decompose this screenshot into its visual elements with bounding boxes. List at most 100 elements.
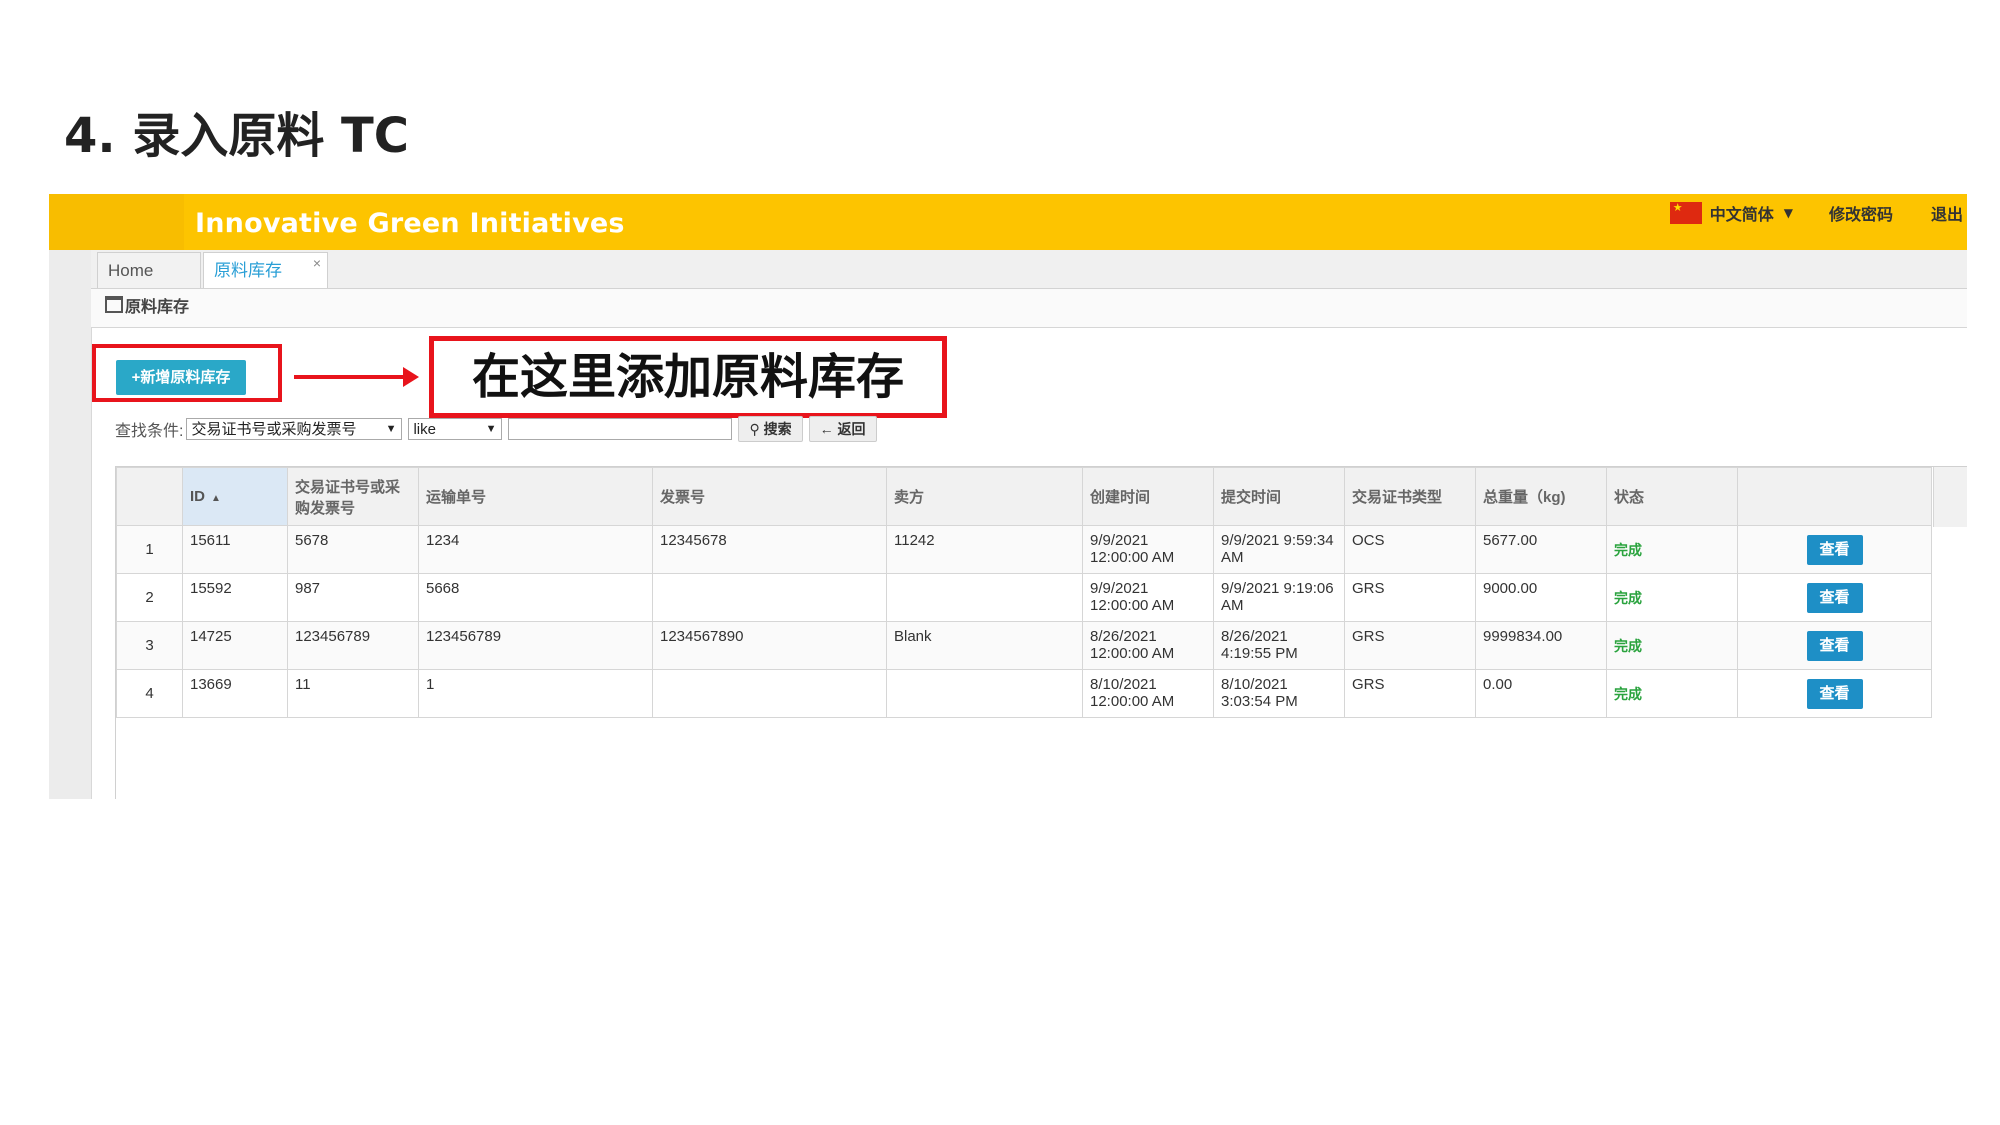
search-operator-select[interactable]: like ▼ [408,418,503,440]
cell-tc-number: 987 [287,573,419,622]
cell-shipping-number: 5668 [418,573,653,622]
header-row-number [116,467,183,526]
header-seller[interactable]: 卖方 [886,467,1083,526]
tab-label: 原料库存 [214,261,282,280]
header-id[interactable]: ID ▲ [182,467,288,526]
cell-invoice-number: 1234567890 [652,621,887,670]
tab-home[interactable]: Home [97,252,201,288]
add-inventory-button[interactable]: +新增原料库存 [116,360,246,395]
cell-seller: 11242 [886,525,1083,574]
cell-total-weight: 9999834.00 [1475,621,1607,670]
language-selector[interactable]: 中文简体 ▼ [1669,201,1793,225]
back-button-label: 返回 [837,421,866,437]
cell-shipping-number: 1 [418,669,653,718]
logo-area [49,194,184,250]
cell-seller: Blank [886,621,1083,670]
cell-shipping-number: 123456789 [418,621,653,670]
cell-submitted-time: 8/26/2021 4:19:55 PM [1213,621,1345,670]
cell-action: 查看 [1737,669,1932,718]
panel-header: 原料库存 [91,289,1967,328]
cell-created-time: 8/26/2021 12:00:00 AM [1082,621,1214,670]
header-action [1737,467,1932,526]
table-row[interactable]: 3 14725 123456789 123456789 1234567890 B… [116,621,1932,670]
chevron-down-icon: ▼ [1783,206,1793,220]
header-tc-type[interactable]: 交易证书类型 [1344,467,1476,526]
top-menu: 中文简体 ▼ 修改密码 退出 [1669,200,1967,226]
annotation-arrow-head [403,367,419,387]
table-row[interactable]: 4 13669 11 1 8/10/2021 12:00:00 AM 8/10/… [116,669,1932,718]
cell-tc-type: GRS [1344,573,1476,622]
cell-id: 14725 [182,621,288,670]
view-button[interactable]: 查看 [1806,630,1863,661]
annotation-callout: 在这里添加原料库存 [429,336,947,418]
language-label: 中文简体 [1709,205,1774,224]
search-field-select[interactable]: 交易证书号或采购发票号 ▼ [186,418,403,440]
window-icon [105,296,123,313]
back-button[interactable]: ← 返回 [808,416,877,442]
status-badge: 完成 [1606,525,1738,574]
status-badge: 完成 [1606,573,1738,622]
app-window: Innovative Green Initiatives 中文简体 ▼ 修改密码… [49,194,1967,799]
cell-invoice-number [652,669,887,718]
tab-raw-material-inventory[interactable]: 原料库存 × [203,252,328,288]
header-created-time[interactable]: 创建时间 [1082,467,1214,526]
left-sidebar [49,250,92,799]
cell-seller [886,573,1083,622]
cell-submitted-time: 9/9/2021 9:59:34 AM [1213,525,1345,574]
dropdown-arrow-icon: ▼ [485,423,497,435]
cell-id: 15592 [182,573,288,622]
header-invoice-number[interactable]: 发票号 [652,467,887,526]
dropdown-arrow-icon: ▼ [385,423,397,435]
cell-submitted-time: 9/9/2021 9:19:06 AM [1213,573,1345,622]
change-password-link[interactable]: 修改密码 [1829,201,1893,225]
cell-tc-number: 123456789 [287,621,419,670]
cell-action: 查看 [1737,621,1932,670]
search-operator-value: like [413,421,436,438]
row-number: 3 [116,621,183,670]
grid-header-filler [1933,467,1967,527]
cell-tc-number: 5678 [287,525,419,574]
header-total-weight[interactable]: 总重量（kg) [1475,467,1607,526]
back-arrow-icon: ← [819,421,834,437]
table-row[interactable]: 2 15592 987 5668 9/9/2021 12:00:00 AM 9/… [116,573,1932,622]
search-icon: ⚲ [749,421,760,437]
view-button[interactable]: 查看 [1806,678,1863,709]
search-button[interactable]: ⚲ 搜索 [738,416,803,442]
status-badge: 完成 [1606,621,1738,670]
inventory-grid: ID ▲ 交易证书号或采购发票号 运输单号 发票号 卖方 创建时间 提交时间 交易… [115,466,1967,799]
row-number: 2 [116,573,183,622]
annotation-arrow-line [294,375,406,379]
view-button[interactable]: 查看 [1806,534,1863,565]
search-bar: 查找条件: 交易证书号或采购发票号 ▼ like ▼ ⚲ 搜索 ← 返回 [115,416,883,442]
row-number: 4 [116,669,183,718]
cell-submitted-time: 8/10/2021 3:03:54 PM [1213,669,1345,718]
close-icon[interactable]: × [313,245,321,281]
header-status[interactable]: 状态 [1606,467,1738,526]
tab-bar: Home 原料库存 × [91,250,1967,289]
search-field-value: 交易证书号或采购发票号 [191,421,357,438]
panel-title: 原料库存 [125,299,190,316]
search-button-label: 搜索 [763,421,792,437]
cell-total-weight: 0.00 [1475,669,1607,718]
logout-link[interactable]: 退出 [1931,201,1963,225]
search-keyword-input[interactable] [508,418,733,440]
sort-asc-icon: ▲ [211,493,221,504]
header-submitted-time[interactable]: 提交时间 [1213,467,1345,526]
cell-id: 13669 [182,669,288,718]
cell-created-time: 9/9/2021 12:00:00 AM [1082,525,1214,574]
cell-id: 15611 [182,525,288,574]
cell-tc-type: GRS [1344,669,1476,718]
status-badge: 完成 [1606,669,1738,718]
table-header-row: ID ▲ 交易证书号或采购发票号 运输单号 发票号 卖方 创建时间 提交时间 交易… [116,467,1932,526]
header-tc-number[interactable]: 交易证书号或采购发票号 [287,467,419,526]
header-shipping-number[interactable]: 运输单号 [418,467,653,526]
table-row[interactable]: 1 15611 5678 1234 12345678 11242 9/9/202… [116,525,1932,574]
cell-created-time: 8/10/2021 12:00:00 AM [1082,669,1214,718]
search-label: 查找条件: [115,423,184,440]
view-button[interactable]: 查看 [1806,582,1863,613]
top-bar: Innovative Green Initiatives 中文简体 ▼ 修改密码… [49,194,1967,250]
brand-name: Innovative Green Initiatives [195,208,625,239]
cell-tc-type: OCS [1344,525,1476,574]
cell-total-weight: 5677.00 [1475,525,1607,574]
cell-action: 查看 [1737,573,1932,622]
